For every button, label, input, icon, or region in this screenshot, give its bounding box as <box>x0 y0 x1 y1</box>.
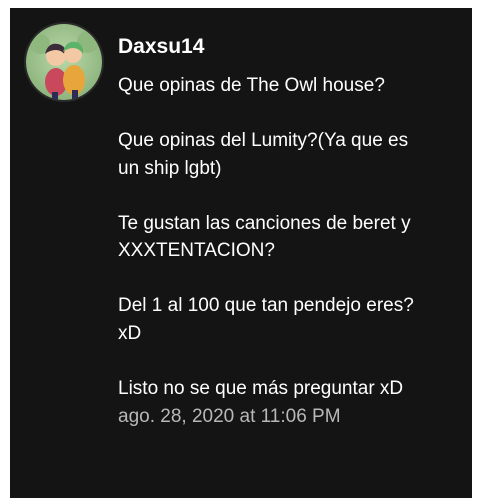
message-line: xD <box>118 322 142 344</box>
message-line <box>118 265 458 293</box>
message-line: XXXTENTACION? <box>118 240 275 261</box>
message-line: Que opinas de The Owl house? <box>118 75 385 96</box>
message-line: un ship lgbt) <box>118 157 222 179</box>
message-line: Te gustan las canciones de beret y <box>118 212 411 234</box>
message-line <box>118 347 458 375</box>
avatar[interactable] <box>26 24 102 100</box>
message-line <box>118 182 458 210</box>
message-line: Del 1 al 100 que tan pendejo eres? <box>118 295 414 316</box>
comment-body: Daxsu14 Que opinas de The Owl house? Que… <box>118 34 458 430</box>
comment-card: Daxsu14 Que opinas de The Owl house? Que… <box>10 8 472 498</box>
username[interactable]: Daxsu14 <box>118 34 458 60</box>
avatar-illustration-icon <box>30 31 99 100</box>
message-line: Que opinas del Lumity?(Ya que es <box>118 130 409 151</box>
message-line: Listo no se que más preguntar xD <box>118 377 404 399</box>
message-text: Que opinas de The Owl house? Que opinas … <box>118 72 458 402</box>
message-line <box>118 100 458 128</box>
timestamp: ago. 28, 2020 at 11:06 PM <box>118 406 341 427</box>
